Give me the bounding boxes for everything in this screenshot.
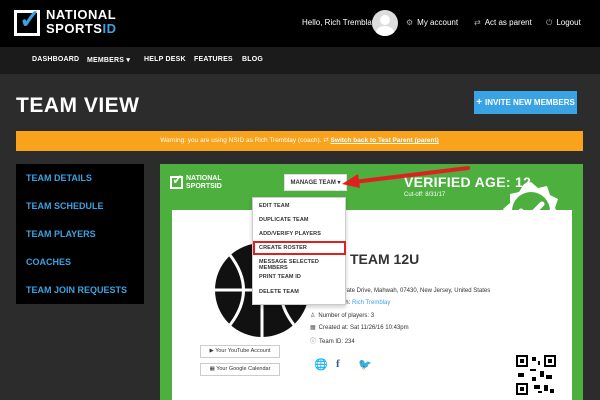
facebook-icon[interactable]: f xyxy=(336,358,340,370)
youtube-account-button[interactable]: ▶ Your YouTube Account xyxy=(200,345,280,358)
sidebar-item-team-join-requests[interactable]: TEAM JOIN REQUESTS xyxy=(26,285,127,295)
sidebar-item-team-details[interactable]: TEAM DETAILS xyxy=(26,173,92,183)
act-as-parent-link[interactable]: ⇄ Act as parent xyxy=(474,18,532,27)
switch-back-link[interactable]: Switch back to Test Parent (parent) xyxy=(331,137,439,144)
nav-help-desk[interactable]: HELP DESK xyxy=(144,56,186,63)
team-name: TEAM 12U xyxy=(350,251,420,267)
logo-text: NATIONAL SPORTSID xyxy=(46,8,116,36)
manage-team-label: MANAGE TEAM xyxy=(290,180,336,186)
logout-label: Logout xyxy=(556,18,581,27)
twitter-icon[interactable]: 🐦 xyxy=(358,358,372,371)
swap-icon: ⇄ xyxy=(323,137,329,144)
power-icon: ⏻ xyxy=(546,18,553,27)
annotation-arrow xyxy=(342,166,470,188)
menu-item-print-team-id[interactable]: PRINT TEAM ID xyxy=(259,274,301,280)
team-info-panel: TEAM 12U ⌂101 Corporate Drive, Mahwah, 0… xyxy=(172,210,572,400)
menu-item-duplicate-team[interactable]: DUPLICATE TEAM xyxy=(259,217,309,223)
swap-icon: ⇄ xyxy=(474,18,481,27)
team-id-text: Team ID: 234 xyxy=(319,339,355,345)
menu-item-add-verify-players[interactable]: ADD/VERIFY PLAYERS xyxy=(259,231,321,237)
nav-blog[interactable]: BLOG xyxy=(242,56,263,63)
globe-icon[interactable]: 🌐 xyxy=(314,358,328,371)
sidebar: TEAM DETAILS TEAM SCHEDULE TEAM PLAYERS … xyxy=(16,164,144,304)
greeting: Hello, Rich Tremblay xyxy=(302,18,376,27)
menu-item-edit-team[interactable]: EDIT TEAM xyxy=(259,203,290,209)
youtube-icon: ▶ xyxy=(209,348,214,354)
google-calendar-button[interactable]: ▦ Your Google Calendar xyxy=(200,363,280,376)
card-logo-line2: SPORTSID xyxy=(186,183,222,190)
warning-text: Warning: you are using NSID as Rich Trem… xyxy=(160,137,322,144)
nav-members[interactable]: MEMBERS ▾ xyxy=(87,56,130,64)
card-logo: ✓ NATIONAL SPORTSID xyxy=(170,172,226,194)
head-coach-link[interactable]: Rich Tremblay xyxy=(352,300,390,306)
check-icon: ✓ xyxy=(172,172,183,187)
created-at: ▦ Created at: Sat 11/26/16 10:43pm xyxy=(310,324,409,331)
my-account-label: My account xyxy=(417,18,459,27)
manage-team-dropdown: EDIT TEAM DUPLICATE TEAM ADD/VERIFY PLAY… xyxy=(252,197,346,305)
logo-line1: NATIONAL xyxy=(46,7,117,22)
youtube-label: Your YouTube Account xyxy=(215,348,271,354)
created-at-text: Created at: Sat 11/26/16 10:43pm xyxy=(318,325,409,331)
player-count: ♙ Number of players: 3 xyxy=(310,312,374,319)
sidebar-item-coaches[interactable]: COACHES xyxy=(26,257,71,267)
plus-icon: + xyxy=(476,97,483,108)
act-as-parent-label: Act as parent xyxy=(484,18,532,27)
check-icon: ✓ xyxy=(19,4,41,34)
menu-item-delete-team[interactable]: DELETE TEAM xyxy=(259,289,299,295)
manage-team-button[interactable]: MANAGE TEAM ▾ xyxy=(284,174,347,191)
cutoff-date: Cut-off: 8/31/17 xyxy=(404,192,446,198)
menu-item-message-selected-members[interactable]: MESSAGE SELECTED MEMBERS xyxy=(259,259,345,271)
page-title: TEAM VIEW xyxy=(16,94,140,117)
person-icon: ♙ xyxy=(310,313,316,319)
logo[interactable]: ✓ NATIONAL SPORTSID xyxy=(14,4,124,42)
chevron-down-icon: ▾ xyxy=(126,57,131,64)
invite-new-members-button[interactable]: + INVITE NEW MEMBERS xyxy=(474,91,577,114)
gear-icon: ⚙ xyxy=(406,18,414,27)
sidebar-item-team-schedule[interactable]: TEAM SCHEDULE xyxy=(26,201,104,211)
warning-banner: Warning: you are using NSID as Rich Trem… xyxy=(16,131,583,151)
google-calendar-label: Your Google Calendar xyxy=(216,366,271,372)
team-id: ⓘ Team ID: 234 xyxy=(310,336,355,345)
nav-members-label: MEMBERS xyxy=(87,57,125,64)
sidebar-item-team-players[interactable]: TEAM PLAYERS xyxy=(26,229,96,239)
card-logo-line1: NATIONAL xyxy=(186,175,222,182)
invite-label: INVITE NEW MEMBERS xyxy=(485,98,575,107)
logo-line2a: SPORTS xyxy=(46,21,103,36)
info-icon: ⓘ xyxy=(310,339,317,345)
avatar[interactable] xyxy=(372,10,398,36)
nav-features[interactable]: FEATURES xyxy=(194,56,233,63)
my-account-link[interactable]: ⚙ My account xyxy=(406,18,458,27)
top-bar: ✓ NATIONAL SPORTSID Hello, Rich Tremblay… xyxy=(0,0,600,47)
logout-link[interactable]: ⏻ Logout xyxy=(546,18,581,28)
calendar-icon: ▦ xyxy=(310,325,316,331)
qr-code-icon xyxy=(516,355,556,395)
main-nav: DASHBOARD MEMBERS ▾ HELP DESK FEATURES B… xyxy=(0,47,600,74)
menu-item-create-roster[interactable]: CREATE ROSTER xyxy=(259,245,307,251)
calendar-icon: ▦ xyxy=(209,366,215,372)
logo-line2b: ID xyxy=(102,21,117,36)
team-card: ✓ NATIONAL SPORTSID MANAGE TEAM ▾ VERIFIE… xyxy=(160,164,583,400)
player-count-text: Number of players: 3 xyxy=(318,313,375,319)
nav-dashboard[interactable]: DASHBOARD xyxy=(32,56,79,63)
